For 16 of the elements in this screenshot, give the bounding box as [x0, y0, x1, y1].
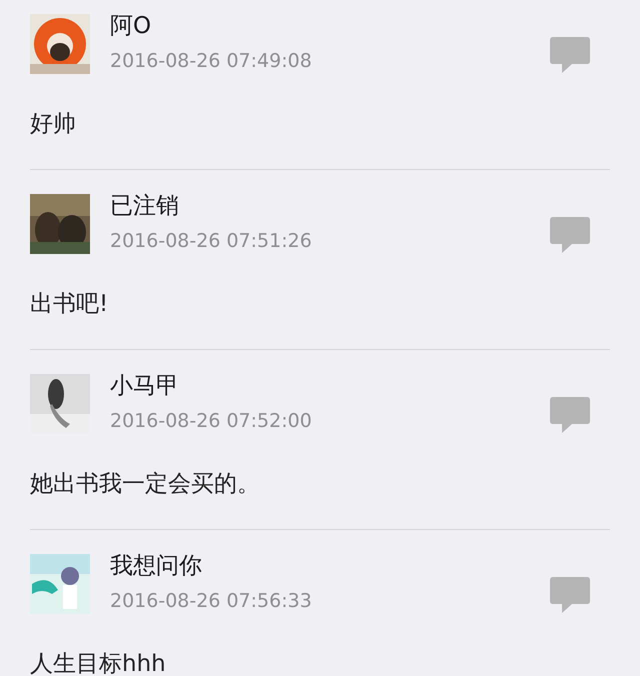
comment-icon[interactable]	[550, 577, 590, 613]
timestamp: 2016-08-26 07:51:26	[110, 229, 313, 254]
user-name: 阿O	[110, 12, 152, 41]
comment-text: 出书吧!	[30, 290, 110, 319]
comment-text: 她出书我一定会买的。	[30, 470, 261, 499]
user-name: 已注销	[110, 192, 180, 221]
timestamp: 2016-08-26 07:49:08	[110, 49, 313, 74]
comment-icon[interactable]	[550, 217, 590, 253]
user-name: 小马甲	[110, 372, 180, 401]
timestamp: 2016-08-26 07:56:33	[110, 589, 313, 614]
comment-icon[interactable]	[550, 37, 590, 73]
timestamp: 2016-08-26 07:52:00	[110, 409, 313, 434]
comment-text: 好帅	[30, 110, 77, 139]
comment-text: 人生目标hhh	[30, 650, 167, 676]
user-name: 我想问你	[110, 552, 203, 581]
comment-icon[interactable]	[550, 397, 590, 433]
